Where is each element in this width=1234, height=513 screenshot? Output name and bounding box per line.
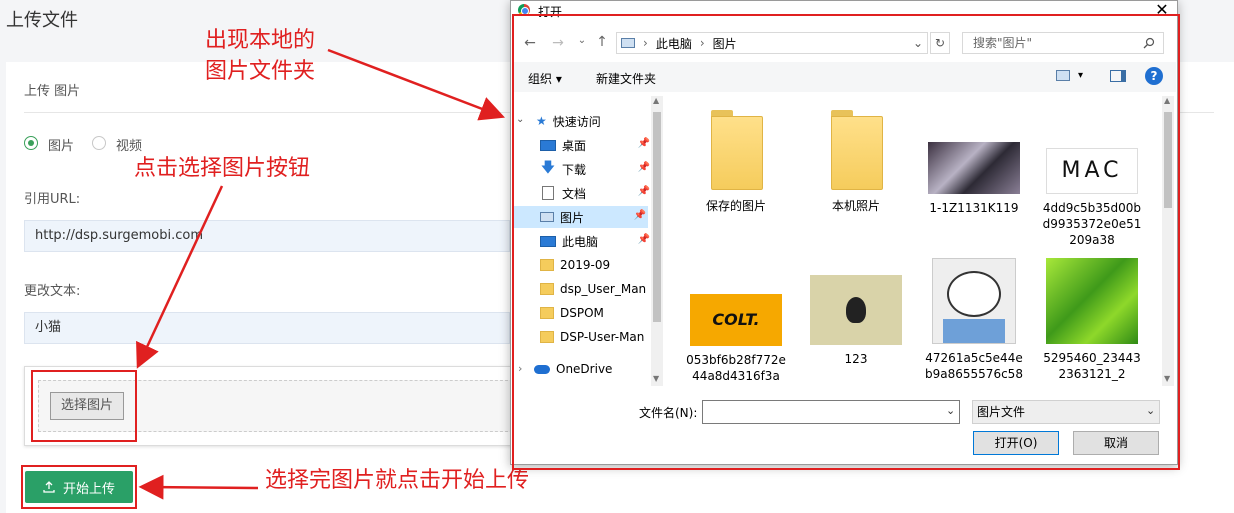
arrow-to-choose-button	[136, 185, 224, 369]
annotation-arrows	[136, 48, 506, 500]
arrow-to-dialog	[327, 48, 506, 121]
arrow-to-start-button	[138, 474, 259, 500]
screen: { "page": {"title": "上传文件"}, "form": { "…	[0, 0, 1234, 513]
